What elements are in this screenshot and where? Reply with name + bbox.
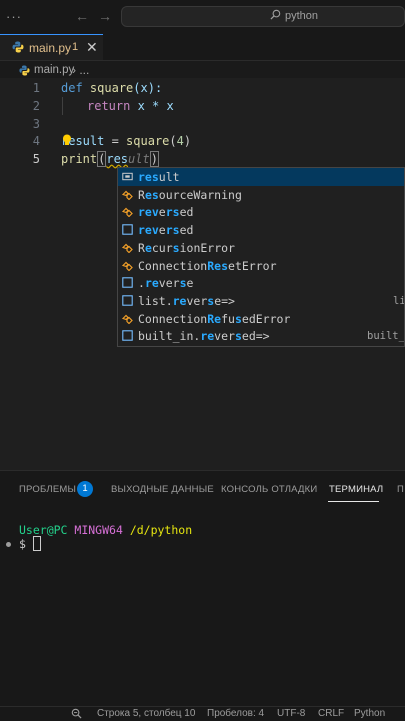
language-mode[interactable]: Python <box>354 708 385 719</box>
cursor-position[interactable]: Строка 5, столбец 10 <box>97 708 195 719</box>
line-number: 2 <box>32 99 40 113</box>
more-actions-icon[interactable]: ··· <box>6 9 22 24</box>
suggestion-label: ConnectionRefusedError <box>138 311 291 326</box>
class-icon <box>122 190 133 200</box>
class-icon <box>122 208 133 218</box>
terminal-prompt: User@PC MINGW64 /d/python <box>19 523 193 537</box>
zoom-icon[interactable] <box>71 708 82 719</box>
editor-tab-bar: main.py 1 ✕ <box>0 34 405 61</box>
terminal-cursor[interactable] <box>33 536 41 551</box>
forward-arrow-icon[interactable]: → <box>98 8 112 24</box>
terminal-dollar: $ <box>19 537 26 551</box>
suggestion-label: RecursionError <box>138 240 235 255</box>
suggestion-detail: li <box>393 294 405 307</box>
lightbulb-icon[interactable] <box>62 134 72 146</box>
class-icon <box>122 243 133 253</box>
field-icon <box>122 224 133 235</box>
field-icon <box>122 277 133 288</box>
tab-ports[interactable]: П <box>397 484 404 495</box>
suggestion-item[interactable]: .reverse <box>118 274 404 292</box>
suggestion-label: reversed <box>138 205 194 220</box>
class-icon <box>122 261 133 271</box>
field-icon <box>122 330 133 342</box>
breadcrumb-more: ... <box>79 63 90 77</box>
title-bar: ··· ← → python <box>0 0 405 34</box>
suggestion-label: ConnectionResetError <box>138 258 277 273</box>
suggestion-label: list.reverse=> <box>138 293 235 308</box>
tab-terminal[interactable]: ТЕРМИНАЛ <box>329 484 383 495</box>
tab-debug-console[interactable]: КОНСОЛЬ ОТЛАДКИ <box>221 484 317 495</box>
status-bar: Строка 5, столбец 10 Пробелов: 4 UTF-8 C… <box>0 706 405 721</box>
line-number: 4 <box>32 134 40 148</box>
code-line-2: return x * x <box>87 99 174 113</box>
command-center-search[interactable]: python <box>121 6 405 27</box>
suggestion-item[interactable]: list.reverse=> li <box>118 292 405 310</box>
suggestion-label: ResourceWarning <box>138 187 242 202</box>
tab-problem-count: 1 <box>72 41 79 53</box>
suggestion-detail: built_i <box>367 330 405 343</box>
code-line-4: result = square(4) <box>61 134 192 148</box>
suggestion-label: reversed <box>138 223 194 238</box>
suggestion-item[interactable]: reversed <box>118 203 404 221</box>
suggestion-item[interactable]: RecursionError <box>118 239 404 257</box>
line-number: 3 <box>32 117 40 131</box>
suggestion-item[interactable]: built_in.reversed=> built_i <box>118 327 405 345</box>
problems-badge: 1 <box>77 481 93 497</box>
tab-label: main.py <box>29 41 72 55</box>
suggestion-widget[interactable]: result ResourceWarning reversed reversed Rec… <box>117 167 405 347</box>
suggestion-item[interactable]: ResourceWarning <box>118 186 404 204</box>
python-file-icon <box>19 65 30 76</box>
tab-output[interactable]: ВЫХОДНЫЕ ДАННЫЕ <box>111 484 214 495</box>
suggestion-label: built_in.reversed=> <box>138 329 270 344</box>
variable-icon <box>122 172 133 181</box>
code-line-1: def square(x): <box>61 81 163 95</box>
code-line-5: print(result) <box>61 151 159 167</box>
field-icon <box>122 295 133 306</box>
back-arrow-icon[interactable]: ← <box>75 8 89 24</box>
suggestion-label: .reverse <box>138 276 194 291</box>
suggestion-item[interactable]: ConnectionRefusedError <box>118 310 404 328</box>
line-number: 1 <box>32 81 40 95</box>
python-file-icon <box>12 41 24 53</box>
suggestion-item[interactable]: result <box>118 168 404 186</box>
bottom-panel: ПРОБЛЕМЫ 1 ВЫХОДНЫЕ ДАННЫЕ КОНСОЛЬ ОТЛАД… <box>0 470 405 707</box>
command-marker-icon <box>6 542 11 547</box>
line-number: 5 <box>32 152 40 166</box>
tab-main-py[interactable]: main.py 1 ✕ <box>0 34 103 60</box>
indent-guide <box>62 97 63 115</box>
breadcrumb-trail[interactable]: › ... <box>72 63 89 77</box>
breadcrumb-separator: › <box>72 63 76 77</box>
class-icon <box>122 314 133 324</box>
suggestion-item[interactable]: ConnectionResetError <box>118 257 404 275</box>
search-text: python <box>285 10 319 22</box>
search-icon <box>270 9 281 20</box>
suggestion-label: result <box>138 170 180 184</box>
indentation[interactable]: Пробелов: 4 <box>207 708 264 719</box>
active-tab-indicator <box>328 501 379 502</box>
breadcrumb-file[interactable]: main.py <box>34 64 74 76</box>
end-of-line[interactable]: CRLF <box>318 708 344 719</box>
encoding[interactable]: UTF-8 <box>277 708 305 719</box>
suggestion-item[interactable]: reversed <box>118 221 404 239</box>
close-icon[interactable]: ✕ <box>86 39 98 56</box>
tab-problems[interactable]: ПРОБЛЕМЫ <box>19 484 76 495</box>
